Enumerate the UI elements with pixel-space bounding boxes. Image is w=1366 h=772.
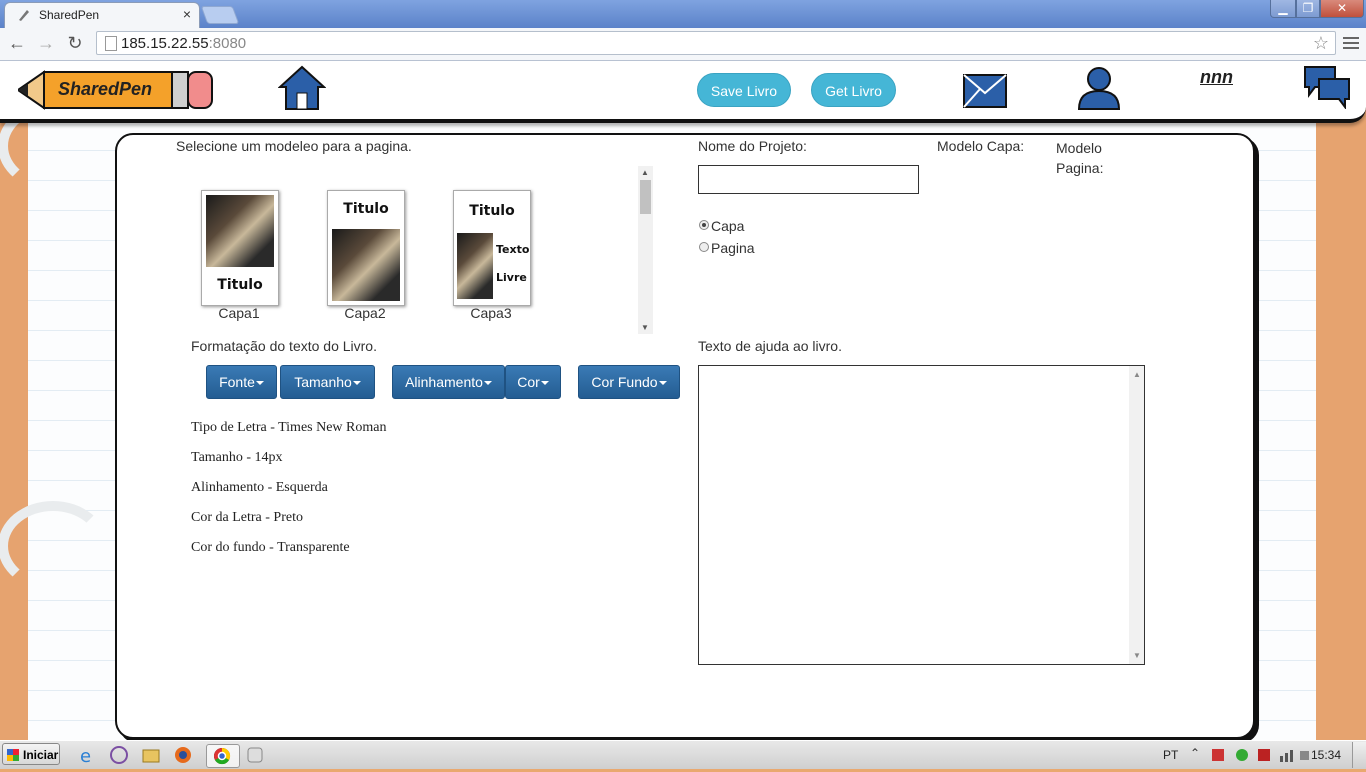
firefox-icon[interactable] bbox=[172, 744, 196, 766]
cover-text: Texto bbox=[496, 243, 530, 256]
url-text: 185.15.22.55:8080 bbox=[121, 35, 247, 52]
background-color-dropdown-button[interactable]: Cor Fundo bbox=[578, 365, 680, 399]
address-bar[interactable]: 185.15.22.55:8080 ☆ bbox=[96, 31, 1336, 55]
scroll-up-icon[interactable]: ▲ bbox=[641, 168, 649, 177]
window-minimize-button[interactable]: ▁ bbox=[1270, 0, 1296, 18]
show-desktop-button[interactable] bbox=[1352, 742, 1366, 768]
caret-down-icon bbox=[483, 381, 492, 386]
window-restore-button[interactable]: ❐ bbox=[1296, 0, 1320, 18]
cover-model-capa2[interactable]: Titulo bbox=[327, 190, 405, 306]
page-background: SharedPen Save Livro Get Livro nnn Selec… bbox=[0, 61, 1366, 740]
current-align-text: Alinhamento - Esquerda bbox=[191, 480, 328, 495]
cover-model-capa1[interactable]: Titulo bbox=[201, 190, 279, 306]
current-background-text: Cor do fundo - Transparente bbox=[191, 540, 350, 555]
project-name-label: Nome do Projeto: bbox=[698, 138, 807, 154]
help-text-heading: Texto de ajuda ao livro. bbox=[698, 338, 842, 354]
chat-icon[interactable] bbox=[1303, 65, 1351, 109]
caret-down-icon bbox=[540, 381, 549, 386]
radio-pagina[interactable] bbox=[699, 242, 709, 252]
cover-caption: Capa1 bbox=[218, 305, 260, 321]
radio-pagina-label[interactable]: Pagina bbox=[711, 240, 755, 256]
reload-button[interactable]: ↻ bbox=[64, 33, 86, 54]
tray-expand-icon[interactable]: ⌃ bbox=[1190, 746, 1200, 760]
scrollbar-thumb[interactable] bbox=[640, 180, 651, 214]
svg-text:e: e bbox=[80, 746, 91, 766]
app-icon[interactable] bbox=[244, 744, 268, 766]
font-dropdown-button[interactable]: Fonte bbox=[206, 365, 277, 399]
cover-title: Titulo bbox=[469, 203, 515, 219]
binder-ring-icon bbox=[0, 501, 108, 591]
tab-title: SharedPen bbox=[39, 8, 100, 22]
current-font-text: Tipo de Letra - Times New Roman bbox=[191, 420, 387, 435]
cover-photo bbox=[206, 195, 274, 267]
folder-icon[interactable] bbox=[140, 744, 164, 766]
start-button[interactable]: Iniciar bbox=[2, 743, 60, 765]
pen-favicon-icon bbox=[19, 10, 29, 21]
cover-photo bbox=[457, 233, 493, 299]
alignment-dropdown-button[interactable]: Alinhamento bbox=[392, 365, 505, 399]
page-icon bbox=[105, 36, 117, 51]
save-book-button[interactable]: Save Livro bbox=[697, 73, 791, 107]
browser-menu-icon[interactable] bbox=[1343, 34, 1359, 52]
current-size-text: Tamanho - 14px bbox=[191, 450, 283, 465]
browser-tab-sharedpen[interactable]: SharedPen × bbox=[4, 2, 200, 28]
color-dropdown-button[interactable]: Cor bbox=[505, 365, 561, 399]
home-icon[interactable] bbox=[278, 65, 326, 111]
help-text-area[interactable]: ▲ ▼ bbox=[698, 365, 1145, 665]
scroll-down-icon[interactable]: ▼ bbox=[1133, 651, 1141, 660]
tab-close-icon[interactable]: × bbox=[183, 6, 191, 22]
cover-title: Titulo bbox=[343, 201, 389, 217]
cover-photo bbox=[332, 229, 400, 301]
bookmark-star-icon[interactable]: ☆ bbox=[1313, 33, 1329, 54]
app-header: SharedPen Save Livro Get Livro nnn bbox=[0, 61, 1366, 123]
chrome-icon[interactable] bbox=[206, 744, 240, 768]
caret-down-icon bbox=[658, 381, 667, 386]
size-dropdown-button[interactable]: Tamanho bbox=[280, 365, 375, 399]
cover-model-label: Modelo Capa: bbox=[937, 138, 1025, 154]
formatting-heading: Formatação do texto do Livro. bbox=[191, 338, 377, 354]
viber-icon[interactable] bbox=[108, 744, 132, 766]
cover-list-scrollbar[interactable]: ▲ ▼ bbox=[638, 166, 653, 334]
cover-model-list[interactable]: Titulo Capa1 Titulo Capa2 Titulo Texto L… bbox=[177, 166, 653, 334]
scroll-up-icon[interactable]: ▲ bbox=[1133, 370, 1141, 379]
mail-icon[interactable] bbox=[962, 73, 1008, 109]
scroll-down-icon[interactable]: ▼ bbox=[641, 323, 649, 332]
model-select-heading: Selecione um modeleo para a pagina. bbox=[176, 138, 412, 154]
window-close-button[interactable]: ✕ bbox=[1320, 0, 1364, 18]
radio-capa[interactable] bbox=[699, 220, 709, 230]
language-indicator[interactable]: PT bbox=[1163, 748, 1178, 762]
cover-text: Livre bbox=[496, 271, 527, 284]
forward-button[interactable]: → bbox=[35, 33, 57, 54]
caret-down-icon bbox=[352, 381, 361, 386]
cover-title: Titulo bbox=[217, 277, 263, 293]
user-name-link[interactable]: nnn bbox=[1200, 67, 1233, 88]
system-tray-icons[interactable] bbox=[1210, 746, 1310, 764]
ie-icon[interactable]: e bbox=[76, 744, 100, 767]
new-tab-button[interactable] bbox=[200, 6, 240, 24]
back-button[interactable]: ← bbox=[6, 33, 28, 54]
project-name-input[interactable] bbox=[698, 165, 919, 194]
user-profile-icon[interactable] bbox=[1075, 65, 1123, 111]
cover-caption: Capa3 bbox=[470, 305, 512, 321]
get-book-button[interactable]: Get Livro bbox=[811, 73, 896, 107]
logo-text: SharedPen bbox=[58, 79, 153, 99]
caret-down-icon bbox=[255, 381, 264, 386]
clock[interactable]: 15:34 bbox=[1311, 748, 1341, 762]
current-color-text: Cor da Letra - Preto bbox=[191, 510, 303, 525]
help-text-scrollbar[interactable]: ▲ ▼ bbox=[1129, 366, 1144, 664]
cover-model-capa3[interactable]: Titulo Texto Livre bbox=[453, 190, 531, 306]
os-taskbar bbox=[0, 740, 1366, 769]
radio-capa-label[interactable]: Capa bbox=[711, 218, 744, 234]
page-model-label: Modelo Pagina: bbox=[1056, 140, 1104, 176]
cover-caption: Capa2 bbox=[344, 305, 386, 321]
right-margin bbox=[1316, 61, 1366, 740]
